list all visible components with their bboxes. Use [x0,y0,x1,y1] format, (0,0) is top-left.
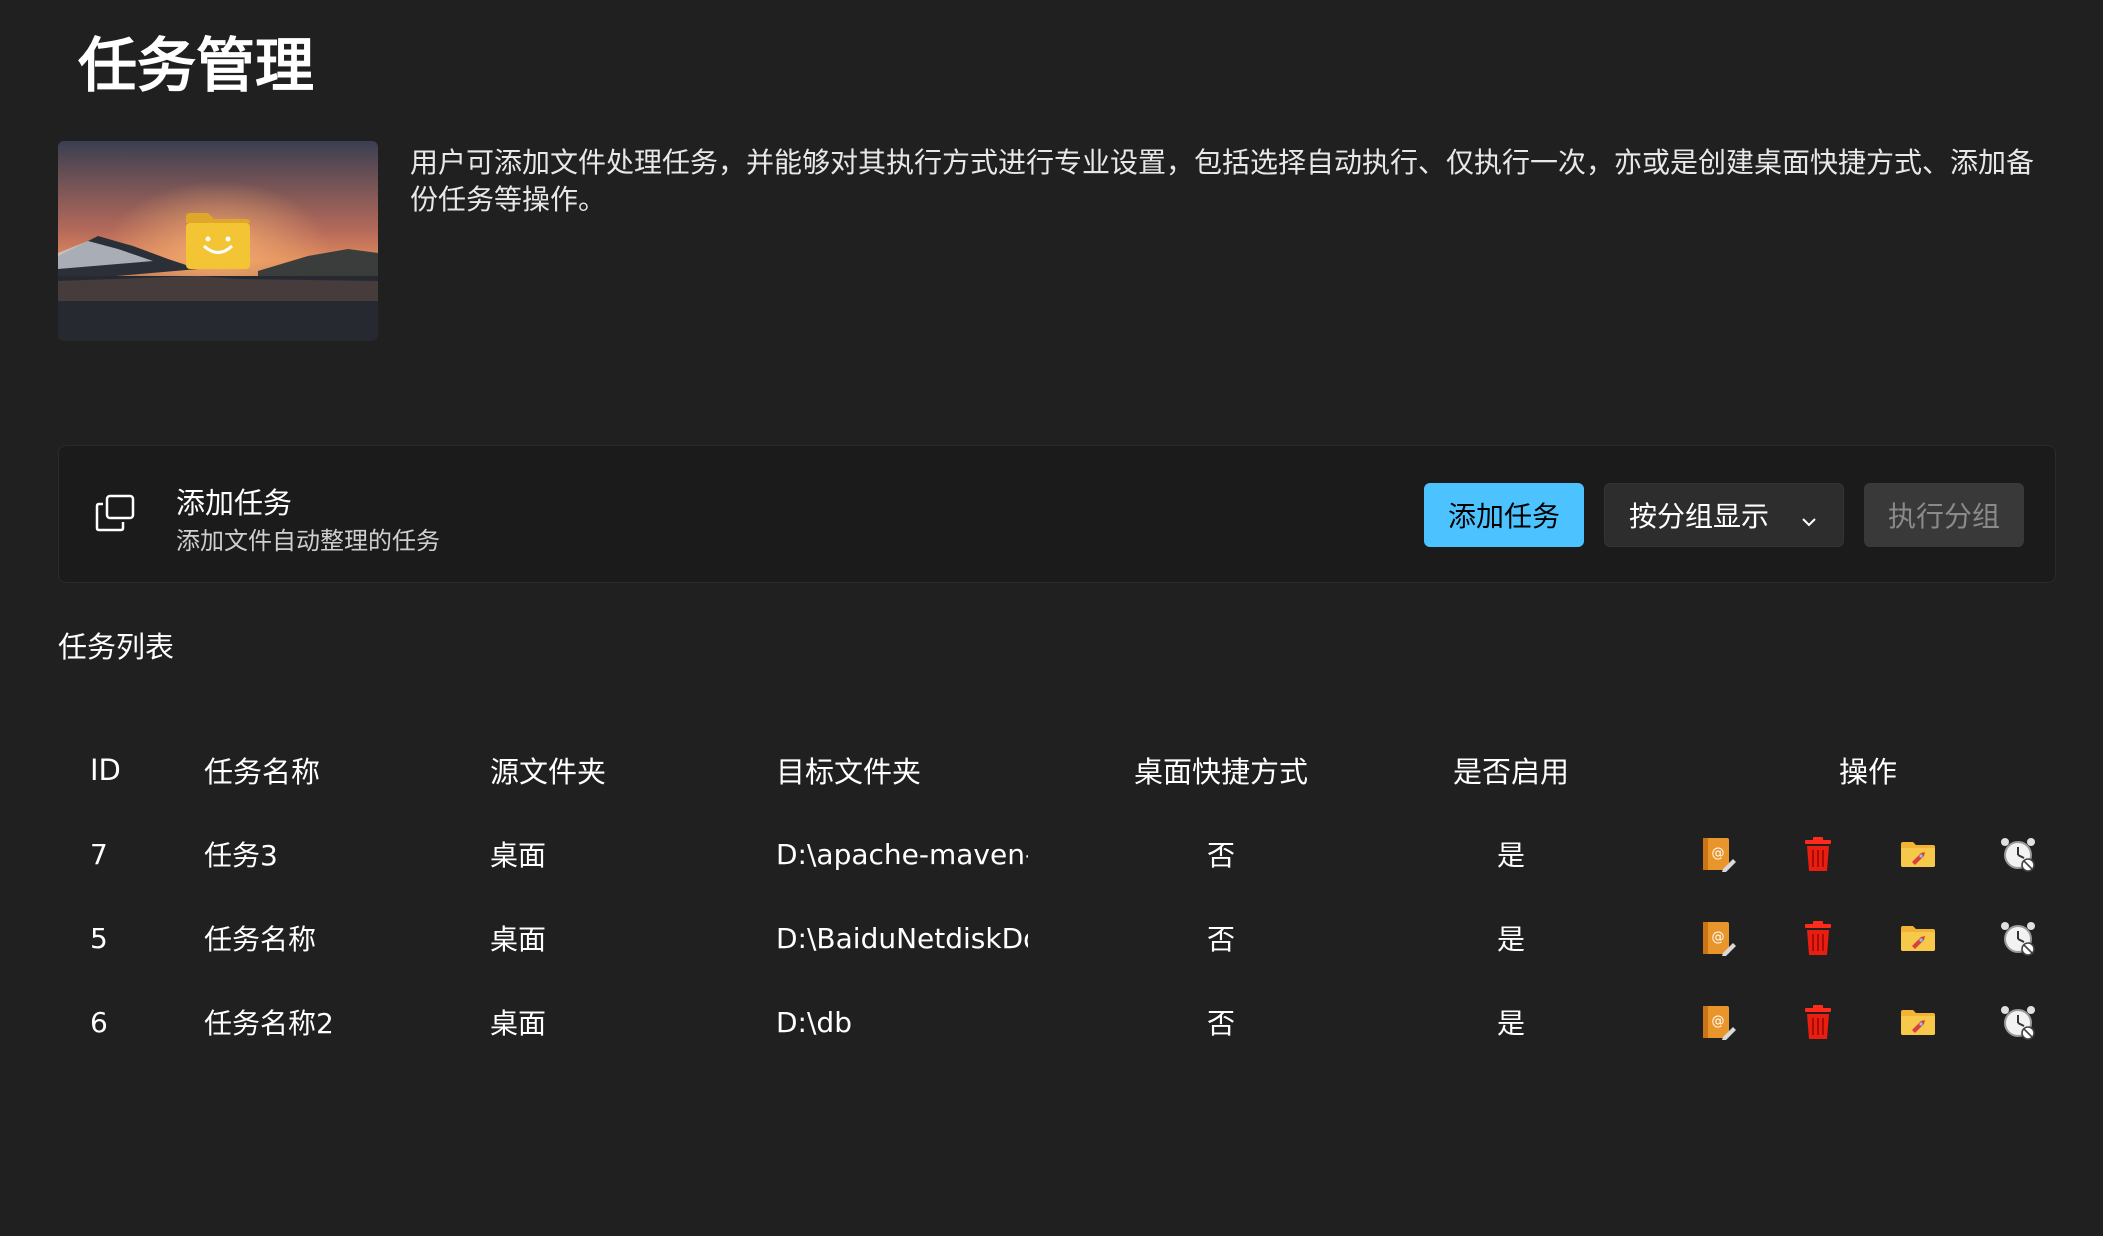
trash-icon[interactable] [1799,835,1837,873]
folder-rocket-icon[interactable] [1899,1003,1937,1041]
group-display-select[interactable]: 按分组显示 [1604,483,1844,547]
cell-shortcut: 否 [1206,839,1235,872]
alarm-clock-icon[interactable] [1999,919,2037,957]
header-id: ID [90,753,121,787]
task-table: ID 任务名称 源文件夹 目标文件夹 桌面快捷方式 是否启用 操作 7 任务3 … [58,728,2080,1064]
folder-rocket-icon[interactable] [1899,919,1937,957]
edit-contact-icon[interactable]: @ [1699,835,1737,873]
cell-shortcut: 否 [1206,923,1235,956]
cell-name: 任务3 [204,839,278,872]
cell-source: 桌面 [490,923,547,956]
cell-actions: @ [1656,812,2080,896]
table-row[interactable]: 6 任务名称2 桌面 D:\db 否 是 @ [58,980,2080,1064]
cell-actions: @ [1656,980,2080,1064]
cell-source: 桌面 [490,1007,547,1040]
add-task-card: 添加任务 添加文件自动整理的任务 添加任务 按分组显示 执行分组 [58,445,2056,583]
header-shortcut: 桌面快捷方式 [1133,755,1308,789]
alarm-clock-icon[interactable] [1999,835,2037,873]
cell-enabled: 是 [1496,839,1525,872]
chevron-down-icon [1799,506,1819,527]
page-description: 用户可添加文件处理任务，并能够对其执行方式进行专业设置，包括选择自动执行、仅执行… [410,146,2035,216]
edit-contact-icon[interactable]: @ [1699,919,1737,957]
cell-target-text: D:\apache-maven-3.8 [776,837,1028,871]
svg-text:@: @ [1712,1014,1725,1029]
cell-enabled: 是 [1496,1007,1525,1040]
execute-group-button[interactable]: 执行分组 [1864,483,2024,547]
page-title: 任务管理 [78,31,315,100]
cell-target: D:\BaiduNetdiskDow [776,896,1076,980]
trash-icon[interactable] [1799,919,1837,957]
header-actions: 操作 [1838,755,1897,789]
folder-rocket-icon[interactable] [1899,835,1937,873]
svg-text:@: @ [1712,846,1725,861]
cell-shortcut: 否 [1206,1007,1235,1040]
table-header-row: ID 任务名称 源文件夹 目标文件夹 桌面快捷方式 是否启用 操作 [58,728,2080,812]
card-title: 添加任务 [176,486,293,520]
edit-contact-icon[interactable]: @ [1699,1003,1737,1041]
cell-id: 7 [90,837,108,871]
cell-target-text: D:\db [776,1005,852,1039]
cell-id: 5 [90,921,108,955]
table-row[interactable]: 7 任务3 桌面 D:\apache-maven-3.8 否 是 @ [58,812,2080,896]
cell-id: 6 [90,1005,108,1039]
cell-actions: @ [1656,896,2080,980]
card-subtitle: 添加文件自动整理的任务 [176,527,440,555]
hero-image [58,141,378,341]
header-target: 目标文件夹 [776,755,922,789]
task-list-title: 任务列表 [58,630,175,664]
copy-window-icon [93,492,137,536]
header-name: 任务名称 [204,755,321,789]
alarm-clock-icon[interactable] [1999,1003,2037,1041]
cell-source: 桌面 [490,839,547,872]
header-enabled: 是否启用 [1452,755,1569,789]
trash-icon[interactable] [1799,1003,1837,1041]
table-row[interactable]: 5 任务名称 桌面 D:\BaiduNetdiskDow 否 是 @ [58,896,2080,980]
cell-target: D:\apache-maven-3.8 [776,812,1076,896]
group-display-label: 按分组显示 [1629,500,1770,533]
cell-name: 任务名称2 [204,1007,334,1040]
cell-enabled: 是 [1496,923,1525,956]
svg-text:@: @ [1712,930,1725,945]
add-task-button[interactable]: 添加任务 [1424,483,1584,547]
header-source: 源文件夹 [490,755,607,789]
cell-name: 任务名称 [204,923,317,956]
cell-target: D:\db [776,980,1076,1064]
cell-target-text: D:\BaiduNetdiskDow [776,921,1028,955]
